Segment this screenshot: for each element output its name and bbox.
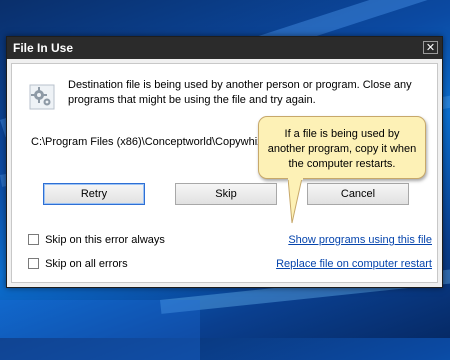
close-icon: ✕ (425, 42, 436, 54)
close-button[interactable]: ✕ (423, 41, 438, 54)
replace-on-restart-link[interactable]: Replace file on computer restart (276, 258, 432, 270)
tooltip-text: If a file is being used by another progr… (267, 128, 417, 170)
show-programs-link[interactable]: Show programs using this file (288, 234, 432, 246)
tooltip-bubble: If a file is being used by another progr… (258, 116, 426, 179)
file-path: C:\Program Files (x86)\Conceptworld\Copy… (31, 136, 263, 148)
skip-error-always-checkbox[interactable] (28, 234, 39, 245)
cancel-button[interactable]: Cancel (307, 183, 409, 205)
skip-error-always-label: Skip on this error always (45, 234, 165, 246)
tooltip-pointer (288, 178, 303, 224)
title-bar[interactable]: File In Use ✕ (7, 37, 442, 59)
skip-error-always-option[interactable]: Skip on this error always (28, 234, 165, 246)
gear-icon (29, 84, 55, 110)
skip-all-errors-option[interactable]: Skip on all errors (28, 258, 128, 270)
skip-button[interactable]: Skip (175, 183, 277, 205)
skip-all-errors-label: Skip on all errors (45, 258, 128, 270)
skip-all-errors-checkbox[interactable] (28, 258, 39, 269)
retry-button[interactable]: Retry (43, 183, 145, 205)
error-message: Destination file is being used by anothe… (68, 79, 412, 106)
wallpaper-light-beam (0, 300, 200, 360)
dialog-title: File In Use (13, 41, 74, 55)
